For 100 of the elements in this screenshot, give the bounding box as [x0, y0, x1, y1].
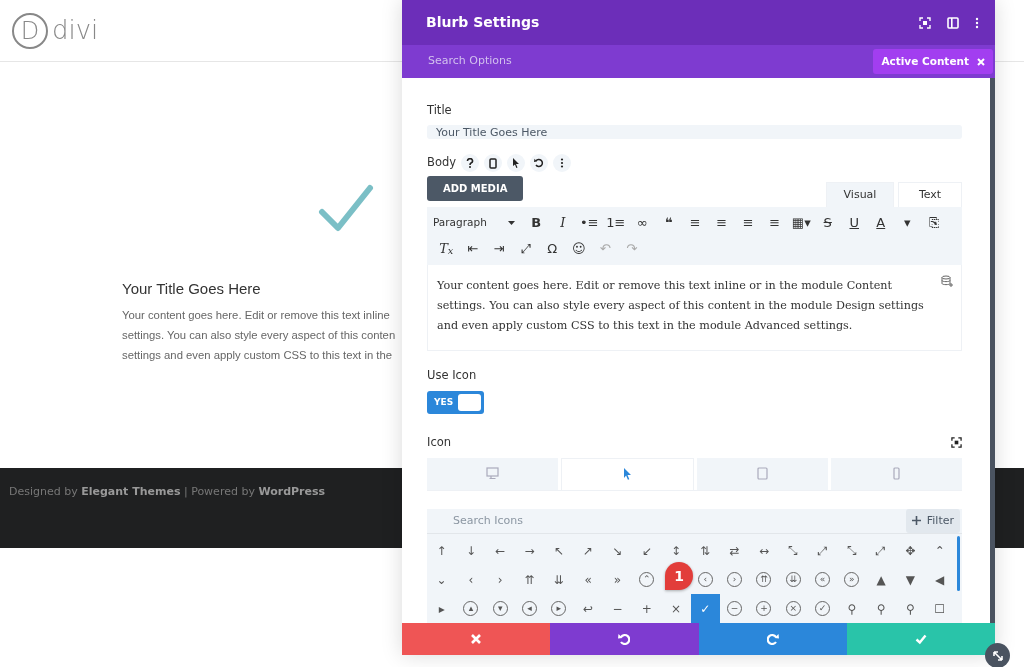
icon-option[interactable]: ✓	[690, 594, 720, 623]
icon-option[interactable]: ▸	[427, 594, 457, 623]
icon-option[interactable]: ▼	[895, 565, 926, 594]
phone-icon[interactable]	[484, 154, 503, 172]
toolbar-button[interactable]: S	[814, 212, 841, 234]
toolbar-button[interactable]: ⇤	[459, 238, 486, 260]
icon-option[interactable]: ▸	[544, 594, 574, 623]
filter-button[interactable]: Filter	[905, 508, 960, 533]
icon-option[interactable]: ↓	[456, 536, 486, 565]
icon-option[interactable]: ⚲	[866, 594, 896, 623]
title-field[interactable]: Your Title Goes Here	[427, 125, 962, 139]
step-badge: 1	[665, 562, 693, 590]
toolbar-button[interactable]: ∞	[629, 212, 656, 234]
icon-option[interactable]: ⌃	[632, 565, 662, 594]
icon-option[interactable]: ⌃	[925, 536, 955, 565]
icon-option[interactable]: ⤢	[807, 536, 838, 565]
icon-option[interactable]: ▴	[456, 594, 486, 623]
icon-option[interactable]: ↘	[602, 536, 633, 565]
icon-option[interactable]: −	[602, 594, 633, 623]
icon-option[interactable]: ▾	[485, 594, 515, 623]
blurb-text-line: settings and even apply custom CSS to this text in the	[122, 347, 393, 363]
icon-option[interactable]: ⤢	[866, 536, 896, 565]
editor-tab[interactable]: Text	[898, 181, 962, 207]
dynamic-content-icon[interactable]	[941, 275, 953, 287]
editor-tab[interactable]: Visual	[826, 181, 894, 207]
toolbar-button[interactable]: ☺	[565, 238, 592, 260]
icon-option[interactable]: ⚲	[895, 594, 926, 623]
more-icon[interactable]	[975, 16, 979, 29]
icon-option[interactable]: ☐	[925, 594, 955, 623]
icon-option[interactable]: «	[573, 565, 603, 594]
icon-option[interactable]: ×	[778, 594, 808, 623]
icon-option[interactable]: ›	[719, 565, 750, 594]
icon-option[interactable]: ›	[485, 565, 515, 594]
more-icon[interactable]	[553, 154, 572, 172]
icon-option[interactable]: ←	[485, 536, 515, 565]
icon-option[interactable]: ✓	[807, 594, 838, 623]
toolbar-button[interactable]: ⎘	[920, 212, 947, 234]
icon-option[interactable]: »	[602, 565, 633, 594]
toolbar-button[interactable]: ❝	[655, 212, 682, 234]
toolbar-button[interactable]: 1≡	[602, 212, 629, 234]
icon-option[interactable]: →	[514, 536, 545, 565]
help-icon[interactable]	[461, 154, 480, 172]
icon-option[interactable]: ↙	[632, 536, 662, 565]
icon-option[interactable]: ✥	[895, 536, 926, 565]
icon-option[interactable]: ⇈	[749, 565, 779, 594]
icon-option[interactable]: »	[837, 565, 867, 594]
icon-option[interactable]: ↗	[573, 536, 603, 565]
icon-option[interactable]: ⚲	[837, 594, 867, 623]
format-dropdown[interactable]: Paragraph	[433, 212, 523, 234]
body-editor[interactable]	[427, 265, 962, 351]
toolbar-button[interactable]: ≡	[735, 212, 762, 234]
icon-option[interactable]: ⇅	[690, 536, 720, 565]
icon-option[interactable]: ⇈	[514, 565, 545, 594]
icon-option[interactable]: ‹	[456, 565, 486, 594]
toolbar-button[interactable]: U	[841, 212, 868, 234]
icon-option[interactable]: «	[807, 565, 838, 594]
toolbar-button[interactable]: ⤢	[512, 238, 539, 260]
icon-option[interactable]: +	[749, 594, 779, 623]
icon-option[interactable]: +	[632, 594, 662, 623]
icon-option[interactable]: ×	[661, 594, 691, 623]
icon-option[interactable]: ▲	[866, 565, 896, 594]
icon-option[interactable]: ↕	[661, 536, 691, 565]
toolbar-button[interactable]: ▾	[894, 212, 921, 234]
cursor-icon[interactable]	[507, 154, 526, 172]
toolbar-button[interactable]: ⇥	[486, 238, 513, 260]
toolbar-button[interactable]: A	[867, 212, 894, 234]
toolbar-button[interactable]: •≡	[576, 212, 603, 234]
icon-option[interactable]: ⌄	[427, 565, 457, 594]
toolbar-button[interactable]: B	[523, 212, 550, 234]
icon-option[interactable]: ⇊	[544, 565, 574, 594]
search-field[interactable]: Search Options	[426, 52, 626, 71]
icon-option[interactable]: ↖	[544, 536, 574, 565]
icon-option[interactable]: ⇄	[719, 536, 750, 565]
icon-option[interactable]: ⤡	[837, 536, 867, 565]
toolbar-button[interactable]: ≡	[708, 212, 735, 234]
icon-option[interactable]: ‹	[690, 565, 720, 594]
toolbar-button[interactable]: Ω	[539, 238, 566, 260]
active-filter-chip[interactable]: Active Content	[873, 48, 993, 75]
add-media-button[interactable]: ADD MEDIA	[427, 176, 524, 201]
icon-option[interactable]: ◂	[514, 594, 545, 623]
toolbar-button[interactable]: T$_{x}$	[433, 238, 460, 260]
close-icon[interactable]	[977, 57, 985, 66]
icon-option[interactable]: ↑	[427, 536, 457, 565]
focus-icon[interactable]	[951, 437, 962, 449]
icon-option[interactable]: ↩	[573, 594, 603, 623]
icon-option[interactable]: −	[719, 594, 750, 623]
icon-option[interactable]: ⤡	[778, 536, 808, 565]
split-view-icon[interactable]	[947, 16, 959, 29]
icon-search-field[interactable]: Search Icons	[451, 511, 600, 530]
icon-option[interactable]: ↔	[749, 536, 779, 565]
icon-option[interactable]: ⇊	[778, 565, 808, 594]
toolbar-button[interactable]: ≡	[761, 212, 788, 234]
toolbar-button[interactable]: ≡	[682, 212, 709, 234]
toolbar-button[interactable]: ▦▾	[788, 212, 815, 234]
toolbar-button[interactable]: I	[549, 212, 576, 234]
icon-option[interactable]: ◀	[925, 565, 955, 594]
resize-handle[interactable]	[985, 643, 1010, 667]
toggle-switch[interactable]: YES	[427, 391, 484, 415]
reset-icon[interactable]	[530, 154, 549, 172]
phone-icon	[890, 467, 903, 480]
